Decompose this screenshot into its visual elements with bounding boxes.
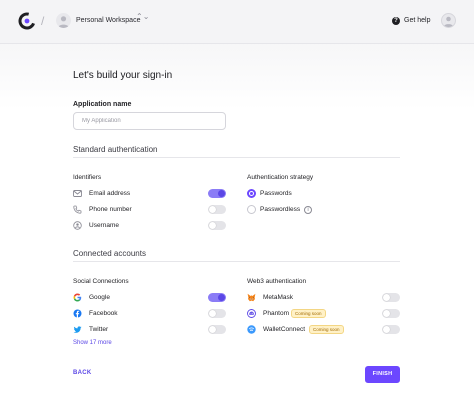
identifier-row-phone: Phone number: [73, 205, 226, 217]
phantom-icon: [247, 309, 256, 318]
user-circle-icon: [73, 221, 82, 230]
workspace-name[interactable]: Personal Workspace: [76, 17, 140, 24]
social-label: Facebook: [89, 310, 118, 317]
mail-icon: [73, 190, 82, 197]
facebook-icon: [73, 309, 82, 318]
strategy-label: Passwords: [260, 190, 292, 197]
email-toggle[interactable]: [208, 189, 226, 198]
phantom-toggle[interactable]: [382, 309, 400, 318]
get-help-link[interactable]: Get help: [404, 17, 430, 24]
google-icon: [73, 293, 82, 302]
walletconnect-toggle[interactable]: [382, 325, 400, 334]
passwords-radio[interactable]: [247, 189, 256, 198]
identifier-label: Username: [89, 222, 119, 229]
show-more-link[interactable]: Show 17 more: [73, 340, 112, 346]
web3-row-metamask: MetaMask: [247, 293, 400, 305]
strategy-label: Passwordless: [260, 206, 301, 213]
identifier-label: Phone number: [89, 206, 132, 213]
metamask-toggle[interactable]: [382, 293, 400, 302]
back-button[interactable]: BACK: [73, 370, 92, 376]
identifier-row-username: Username: [73, 221, 226, 233]
connected-accounts-title: Connected accounts: [73, 249, 146, 258]
standard-auth-title: Standard authentication: [73, 145, 158, 154]
user-avatar[interactable]: [441, 13, 456, 28]
social-label: Google: [89, 294, 110, 301]
social-row-google: Google: [73, 293, 226, 305]
social-connections-label: Social Connections: [73, 278, 129, 285]
finish-button[interactable]: FINISH: [365, 366, 400, 383]
workspace-switcher-icon[interactable]: ⌃⌄: [136, 13, 149, 21]
social-row-facebook: Facebook: [73, 309, 226, 321]
phone-icon: [73, 205, 82, 214]
identifiers-label: Identifiers: [73, 174, 102, 181]
workspace-avatar[interactable]: [56, 13, 71, 28]
social-label: Twitter: [89, 326, 109, 333]
help-icon[interactable]: ?: [392, 17, 400, 25]
twitter-toggle[interactable]: [208, 325, 226, 334]
web3-row-phantom: Phantom Coming soon: [247, 309, 400, 321]
web3-auth-label: Web3 authentication: [247, 278, 307, 285]
info-icon[interactable]: i: [304, 206, 312, 214]
social-row-twitter: Twitter: [73, 325, 226, 337]
walletconnect-icon: [247, 325, 256, 334]
coming-soon-badge: Coming soon: [291, 309, 326, 318]
application-name-label: Application name: [73, 101, 132, 108]
passwordless-radio[interactable]: [247, 205, 256, 214]
clerk-logo-icon[interactable]: [18, 12, 36, 30]
username-toggle[interactable]: [208, 221, 226, 230]
coming-soon-badge: Coming soon: [309, 325, 344, 334]
strategy-option-passwords[interactable]: Passwords: [247, 189, 367, 201]
breadcrumb-separator: /: [41, 14, 45, 28]
web3-row-walletconnect: WalletConnect Coming soon: [247, 325, 400, 337]
facebook-toggle[interactable]: [208, 309, 226, 318]
strategy-option-passwordless[interactable]: Passwordless i: [247, 205, 367, 217]
web3-label: MetaMask: [263, 294, 293, 301]
page-title: Let's build your sign-in: [73, 70, 173, 81]
application-name-input[interactable]: [73, 112, 226, 130]
auth-strategy-label: Authentication strategy: [247, 174, 314, 181]
identifier-row-email: Email address: [73, 189, 226, 201]
identifier-label: Email address: [89, 190, 131, 197]
web3-label: Phantom: [263, 310, 290, 317]
top-bar: / Personal Workspace ⌃⌄ ? Get help: [0, 0, 474, 44]
section-divider: [73, 157, 400, 158]
web3-label: WalletConnect: [263, 326, 306, 333]
phone-toggle[interactable]: [208, 205, 226, 214]
twitter-icon: [73, 326, 82, 333]
section-divider: [73, 261, 400, 262]
google-toggle[interactable]: [208, 293, 226, 302]
metamask-icon: [247, 293, 256, 302]
